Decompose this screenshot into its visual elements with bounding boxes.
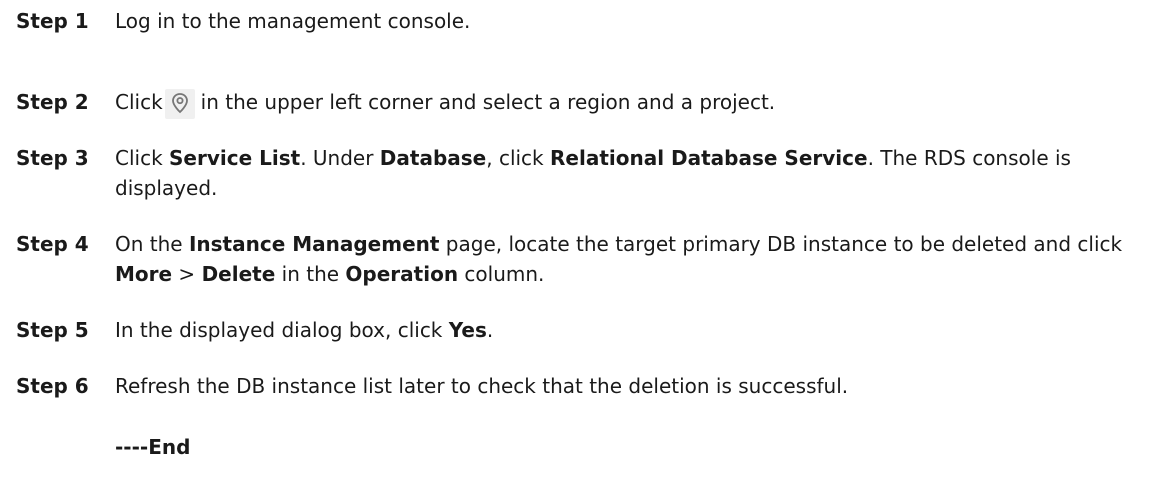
step-text: In the displayed dialog box, click Yes.: [115, 315, 1141, 345]
step-text-segment: .: [486, 318, 494, 342]
step-text-segment: page, locate the target primary DB insta…: [439, 232, 1123, 256]
step-text-segment: in the: [275, 262, 346, 286]
step-text: Refresh the DB instance list later to ch…: [115, 374, 849, 398]
step-label: Step 5: [16, 318, 89, 342]
step-text-segment: In the displayed dialog box, click: [115, 318, 449, 342]
step-label: Step 3: [16, 146, 89, 170]
ui-term-yes: Yes: [448, 318, 487, 342]
step-text-segment: column.: [458, 262, 545, 286]
ui-term-database: Database: [379, 146, 487, 170]
step-text-segment: Click: [115, 90, 163, 114]
ui-term-delete: Delete: [201, 262, 276, 286]
step-text-segment: On the: [115, 232, 189, 256]
step-text: Log in to the management console.: [115, 9, 471, 33]
ui-term-instance-management: Instance Management: [188, 232, 440, 256]
step-5: Step 5 In the displayed dialog box, clic…: [16, 315, 1141, 345]
location-pin-icon: [164, 89, 195, 119]
step-label: Step 6: [16, 374, 89, 398]
end-marker: ----End: [115, 435, 191, 459]
step-text-segment: in the upper left corner and select a re…: [200, 90, 776, 114]
ui-term-operation: Operation: [345, 262, 459, 286]
step-6: Step 6 Refresh the DB instance list late…: [16, 371, 1141, 401]
step-4: Step 4 On the Instance Management page, …: [16, 229, 1141, 289]
step-1: Step 1 Log in to the management console.: [16, 6, 1141, 36]
step-text-segment: , click: [486, 146, 550, 170]
ui-term-relational-database-service: Relational Database Service: [550, 146, 868, 170]
step-2: Step 2 Click in the upper left corner and…: [16, 87, 1141, 119]
step-text: Click Service List. Under Database, clic…: [115, 143, 1141, 203]
step-label: Step 4: [16, 232, 89, 256]
step-label: Step 2: [16, 90, 89, 114]
step-text: Click in the upper left corner and select…: [115, 87, 1141, 119]
step-label: Step 1: [16, 9, 89, 33]
step-text-segment: . Under: [300, 146, 380, 170]
step-text-segment: Click: [115, 146, 170, 170]
step-3: Step 3 Click Service List. Under Databas…: [16, 143, 1141, 203]
ui-term-service-list: Service List: [169, 146, 301, 170]
ui-term-more: More: [115, 262, 173, 286]
procedure-document: Step 1 Log in to the management console.…: [0, 0, 1155, 488]
step-text-segment: >: [172, 262, 202, 286]
step-text: On the Instance Management page, locate …: [115, 229, 1141, 289]
